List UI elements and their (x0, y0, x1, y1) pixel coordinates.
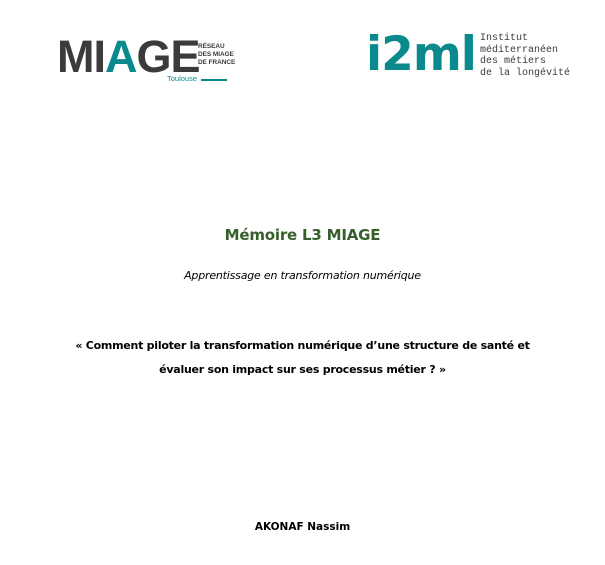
i2ml-logo: i2ml Institut méditerranéen des métiers … (366, 27, 581, 84)
miage-logo: MIAGE RÉSEAU DES MIAGE DE FRANCE Toulous… (57, 34, 247, 88)
miage-logo-word-accent: A (105, 31, 137, 82)
miage-logo-wordmark: MIAGE (57, 31, 201, 82)
author-name: AKONAF Nassim (254, 521, 351, 533)
miage-logo-network-text: RÉSEAU DES MIAGE DE FRANCE (198, 43, 236, 66)
research-question: « Comment piloter la transformation numé… (75, 339, 530, 376)
document-title: Mémoire L3 MIAGE (224, 226, 381, 244)
miage-logo-word-start: MI (57, 31, 106, 82)
miage-logo-underline (201, 79, 227, 81)
i2ml-logo-wordmark: i2ml (366, 27, 477, 82)
document-subtitle: Apprentissage en transformation numériqu… (184, 269, 421, 282)
miage-logo-city: Toulouse (167, 74, 198, 83)
i2ml-logo-institute-name: Institut méditerranéen des métiers de la… (480, 33, 571, 79)
